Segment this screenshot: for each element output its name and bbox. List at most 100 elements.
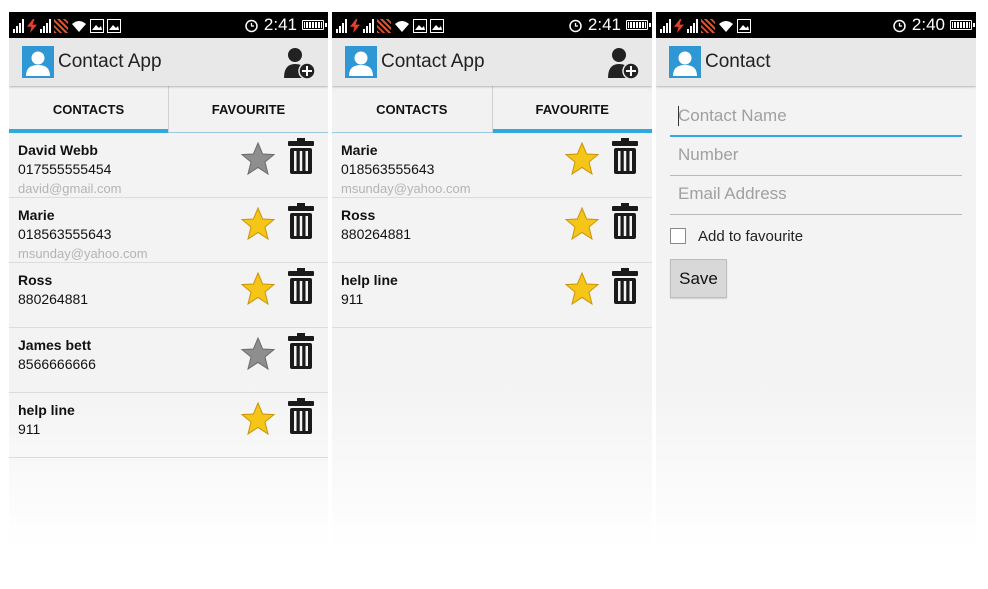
trash-icon[interactable] [288, 203, 314, 239]
notification-icon [54, 19, 68, 33]
image-icon [107, 19, 121, 33]
wifi-icon [719, 21, 733, 32]
star-icon[interactable] [240, 206, 276, 242]
app-bar: Contact [656, 38, 976, 86]
status-bar: 2:41 [332, 12, 652, 38]
status-time: 2:40 [911, 15, 945, 34]
contact-name: Ross [341, 207, 376, 223]
contact-number: 018563555643 [341, 161, 435, 177]
tab-favourite[interactable]: FAVOURITE [168, 86, 328, 132]
contact-name: Ross [18, 272, 53, 288]
contact-row[interactable]: Marie 018563555643 msunday@yahoo.com [332, 133, 652, 198]
contact-row[interactable]: David Webb 017555555454 david@gmail.com [9, 133, 328, 198]
text-cursor [678, 106, 679, 126]
contacts-screen: 2:41 Contact App CONTACTS FAVOURITE Davi… [9, 12, 328, 547]
tab-bar: CONTACTS FAVOURITE [332, 86, 652, 133]
notification-icon [377, 19, 391, 33]
contact-email: david@gmail.com [18, 181, 122, 196]
carrier-icon [674, 19, 684, 33]
contact-name-input[interactable] [670, 98, 962, 134]
number-field-wrapper [670, 137, 962, 176]
battery-icon [950, 20, 975, 30]
status-bar: 2:41 [9, 12, 328, 38]
wifi-icon [72, 21, 86, 32]
star-icon[interactable] [564, 206, 600, 242]
status-icons [660, 17, 751, 33]
app-title: Contact App [381, 51, 485, 72]
star-icon[interactable] [240, 401, 276, 437]
carrier-icon [350, 19, 360, 33]
number-input[interactable] [670, 137, 962, 173]
image-icon [90, 19, 104, 33]
contact-number: 911 [18, 421, 41, 437]
contact-name: help line [341, 272, 398, 288]
app-title: Contact [705, 51, 771, 72]
contact-number: 880264881 [341, 226, 412, 242]
alarm-icon [245, 19, 258, 32]
star-icon[interactable] [240, 271, 276, 307]
battery-icon [302, 20, 327, 30]
signal-icon [687, 19, 698, 33]
star-icon[interactable] [240, 336, 276, 372]
email-input[interactable] [670, 176, 962, 212]
image-icon [430, 19, 444, 33]
app-bar: Contact App [332, 38, 652, 86]
trash-icon[interactable] [288, 138, 314, 174]
trash-icon[interactable] [288, 398, 314, 434]
app-bar: Contact App [9, 38, 328, 86]
signal-icon [40, 19, 51, 33]
email-field-wrapper [670, 176, 962, 215]
wifi-icon [395, 21, 409, 32]
save-button[interactable]: Save [670, 259, 727, 298]
tab-contacts[interactable]: CONTACTS [9, 86, 168, 133]
tab-contacts[interactable]: CONTACTS [332, 86, 492, 132]
status-bar: 2:40 [656, 12, 976, 38]
person-avatar-icon [345, 46, 377, 78]
notification-icon [701, 19, 715, 33]
contact-row[interactable]: Ross 880264881 [9, 263, 328, 328]
favourite-list: Marie 018563555643 msunday@yahoo.com Ros… [332, 133, 652, 328]
person-avatar-icon [669, 46, 701, 78]
signal-icon [363, 19, 374, 33]
status-time: 2:41 [263, 15, 297, 34]
contact-email: msunday@yahoo.com [18, 246, 148, 261]
contact-row[interactable]: help line 911 [9, 393, 328, 458]
star-icon[interactable] [240, 141, 276, 177]
contact-row[interactable]: Ross 880264881 [332, 198, 652, 263]
carrier-icon [27, 19, 37, 33]
favourite-option: Add to favourite [670, 224, 962, 248]
trash-icon[interactable] [612, 203, 638, 239]
favourite-checkbox[interactable] [670, 228, 686, 244]
trash-icon[interactable] [288, 268, 314, 304]
contact-name: James bett [18, 337, 92, 353]
add-contact-icon[interactable] [282, 46, 316, 80]
app-title: Contact App [58, 51, 162, 72]
signal-icon [660, 19, 671, 33]
add-contact-screen: 2:40 Contact Add to favourite Save [656, 12, 976, 547]
contact-name: Marie [341, 142, 378, 158]
contact-row[interactable]: help line 911 [332, 263, 652, 328]
contact-number: 017555555454 [18, 161, 112, 177]
contact-email: msunday@yahoo.com [341, 181, 471, 196]
status-icons [336, 17, 444, 33]
contact-number: 880264881 [18, 291, 89, 307]
battery-icon [626, 20, 651, 30]
add-contact-icon[interactable] [606, 46, 640, 80]
trash-icon[interactable] [288, 333, 314, 369]
contact-name: David Webb [18, 142, 98, 158]
tab-favourite[interactable]: FAVOURITE [491, 86, 653, 133]
contact-number: 018563555643 [18, 226, 112, 242]
star-icon[interactable] [564, 141, 600, 177]
alarm-icon [569, 19, 582, 32]
contact-number: 911 [341, 291, 364, 307]
star-icon[interactable] [564, 271, 600, 307]
image-icon [737, 19, 751, 33]
trash-icon[interactable] [612, 268, 638, 304]
contact-row[interactable]: James bett 8566666666 [9, 328, 328, 393]
signal-icon [13, 19, 24, 33]
contact-row[interactable]: Marie 018563555643 msunday@yahoo.com [9, 198, 328, 263]
person-avatar-icon [22, 46, 54, 78]
favourite-screen: 2:41 Contact App CONTACTS FAVOURITE Mari… [332, 12, 652, 547]
trash-icon[interactable] [612, 138, 638, 174]
alarm-icon [893, 19, 906, 32]
